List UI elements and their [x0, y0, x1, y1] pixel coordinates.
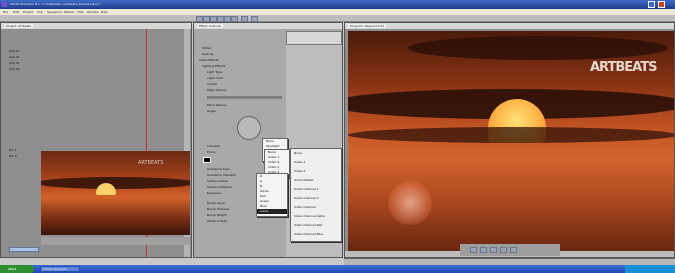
menu-item[interactable]: Video Channel Alpha [291, 212, 341, 221]
start-button[interactable]: start [0, 265, 34, 273]
timeline-ruler [344, 258, 675, 265]
effect-row-focus[interactable]: Focus [207, 150, 216, 154]
menu-item-selected[interactable]: Luma [257, 209, 287, 214]
list-item[interactable]: Bin 1 [9, 148, 17, 152]
cloud-top [408, 36, 668, 60]
list-item[interactable]: Clip 02 [9, 55, 19, 59]
effect-timeline-header [286, 31, 342, 45]
window-title: Adobe Premiere Pro - C:\Artbeats\...\Art… [10, 2, 102, 6]
menu-item[interactable]: Video 1 [291, 158, 341, 167]
effect-row-minor-radius[interactable]: Minor Radius [207, 103, 226, 107]
system-tray [625, 265, 675, 273]
effect-row-bump-channel[interactable]: Bump Channel [207, 207, 229, 211]
slider-track[interactable] [207, 96, 282, 99]
menu-title[interactable]: Title [77, 10, 83, 14]
taskbar-item-label: Adobe Premiere [43, 267, 67, 271]
clip-preview: ARTBEATS [41, 151, 190, 235]
project-list: Clip 01 Clip 02 Clip 03 Clip 04 [9, 49, 39, 89]
title-bar: Adobe Premiere Pro - C:\Artbeats\...\Art… [0, 0, 675, 9]
effect-row-video-effects[interactable]: Video Effects [199, 58, 219, 62]
menu-item[interactable]: Audio Master [291, 176, 341, 185]
source-bin-list: Bin 1 Bin 2 [9, 148, 39, 168]
channel-menu: R G B Alpha Red Green Blue Luma [256, 173, 288, 217]
play-button[interactable] [480, 247, 487, 253]
menu-sequence[interactable]: Sequence [47, 10, 62, 14]
menu-clip[interactable]: Clip [37, 10, 43, 14]
preview-watermark: ARTBEATS [138, 160, 164, 166]
color-swatch[interactable] [203, 157, 211, 163]
safe-margins-button[interactable] [510, 247, 517, 253]
effect-row-intensity[interactable]: Intensity [207, 144, 220, 148]
menu-help[interactable]: Help [101, 10, 108, 14]
effect-row-bump-layer[interactable]: Bump Layer [207, 201, 225, 205]
effect-row-ambience-intensity[interactable]: Ambience Intensity [207, 173, 236, 177]
timeline-track[interactable] [9, 247, 39, 252]
menu-file[interactable]: File [3, 10, 8, 14]
list-item[interactable]: Clip 03 [9, 61, 19, 65]
effect-row-exposure[interactable]: Exposure [207, 191, 221, 195]
transport-controls [460, 244, 560, 256]
effect-row-opacity[interactable]: Opacity [202, 52, 214, 56]
program-monitor-panel: Program: Sequence 01 ARTBEATS [344, 22, 675, 258]
menu-item[interactable]: Audio Channel 2 [291, 194, 341, 203]
program-monitor-tabbar: Program: Sequence 01 [345, 23, 674, 29]
project-panel: Project: Artbeats Clip 01 Clip 02 Clip 0… [0, 22, 192, 258]
menu-project[interactable]: Project [23, 10, 33, 14]
effect-row-surface-gloss[interactable]: Surface Gloss [207, 179, 228, 183]
minimize-button[interactable] [648, 1, 655, 8]
effect-row-center[interactable]: Center [207, 82, 217, 86]
cloud-lower [348, 127, 674, 143]
effect-row-major-radius[interactable]: Major Radius [207, 88, 226, 92]
effect-row-motion[interactable]: Motion [202, 46, 212, 50]
step-forward-button[interactable] [490, 247, 497, 253]
project-tab[interactable]: Project: Artbeats [4, 24, 34, 28]
step-back-button[interactable] [470, 247, 477, 253]
effect-row-light-type[interactable]: Light Type [207, 70, 222, 74]
effect-row-white-is-high[interactable]: White is High [207, 219, 227, 223]
effect-controls-panel: Effect Controls Motion Opacity Video Eff… [193, 22, 343, 258]
menu-item[interactable]: None [291, 149, 341, 158]
menu-item[interactable]: Video Channel Blue [291, 230, 341, 239]
list-item[interactable]: Clip 04 [9, 67, 19, 71]
effect-controls-tabbar: Effect Controls [194, 23, 342, 29]
bump-layer-menu: None Video 1 Video 2 Audio Master Audio … [290, 148, 342, 242]
list-item[interactable]: Bin 2 [9, 154, 17, 158]
app-icon [2, 2, 7, 7]
menu-item[interactable]: Video 2 [291, 167, 341, 176]
menu-item[interactable]: Audio Channel 1 [291, 185, 341, 194]
menu-marker[interactable]: Marker [64, 10, 74, 14]
angle-dial[interactable] [237, 116, 261, 140]
menu-item[interactable]: Video Channel [291, 203, 341, 212]
loop-button[interactable] [500, 247, 507, 253]
program-video: ARTBEATS [348, 31, 674, 251]
effect-row-lighting-effects[interactable]: Lighting Effects [202, 64, 225, 68]
list-item[interactable]: Clip 01 [9, 49, 19, 53]
effect-row-ambience-type[interactable]: Ambience Type [207, 167, 230, 171]
clip-preview-controls [41, 237, 190, 245]
start-label: start [8, 267, 17, 271]
close-button[interactable] [658, 1, 665, 8]
effect-row-surface-material[interactable]: Surface Material [207, 185, 232, 189]
program-monitor-tab[interactable]: Program: Sequence 01 [348, 24, 387, 28]
taskbar-item[interactable]: Adobe Premiere [40, 266, 80, 272]
lens-flare [388, 181, 432, 225]
effect-row-angle[interactable]: Angle [207, 109, 216, 113]
toolbar [0, 15, 675, 22]
cloud-band [41, 177, 190, 189]
effect-controls-tab[interactable]: Effect Controls [197, 24, 223, 28]
program-watermark: ARTBEATS [590, 60, 657, 75]
menu-edit[interactable]: Edit [13, 10, 19, 14]
menu-item[interactable]: Video Channel Red [291, 221, 341, 230]
effect-row-bump-height[interactable]: Bump Height [207, 213, 227, 217]
menu-window[interactable]: Window [87, 10, 99, 14]
project-panel-tabbar: Project: Artbeats [1, 23, 191, 29]
taskbar: start Adobe Premiere [0, 265, 675, 273]
effect-row-light-color[interactable]: Light Color [207, 76, 223, 80]
